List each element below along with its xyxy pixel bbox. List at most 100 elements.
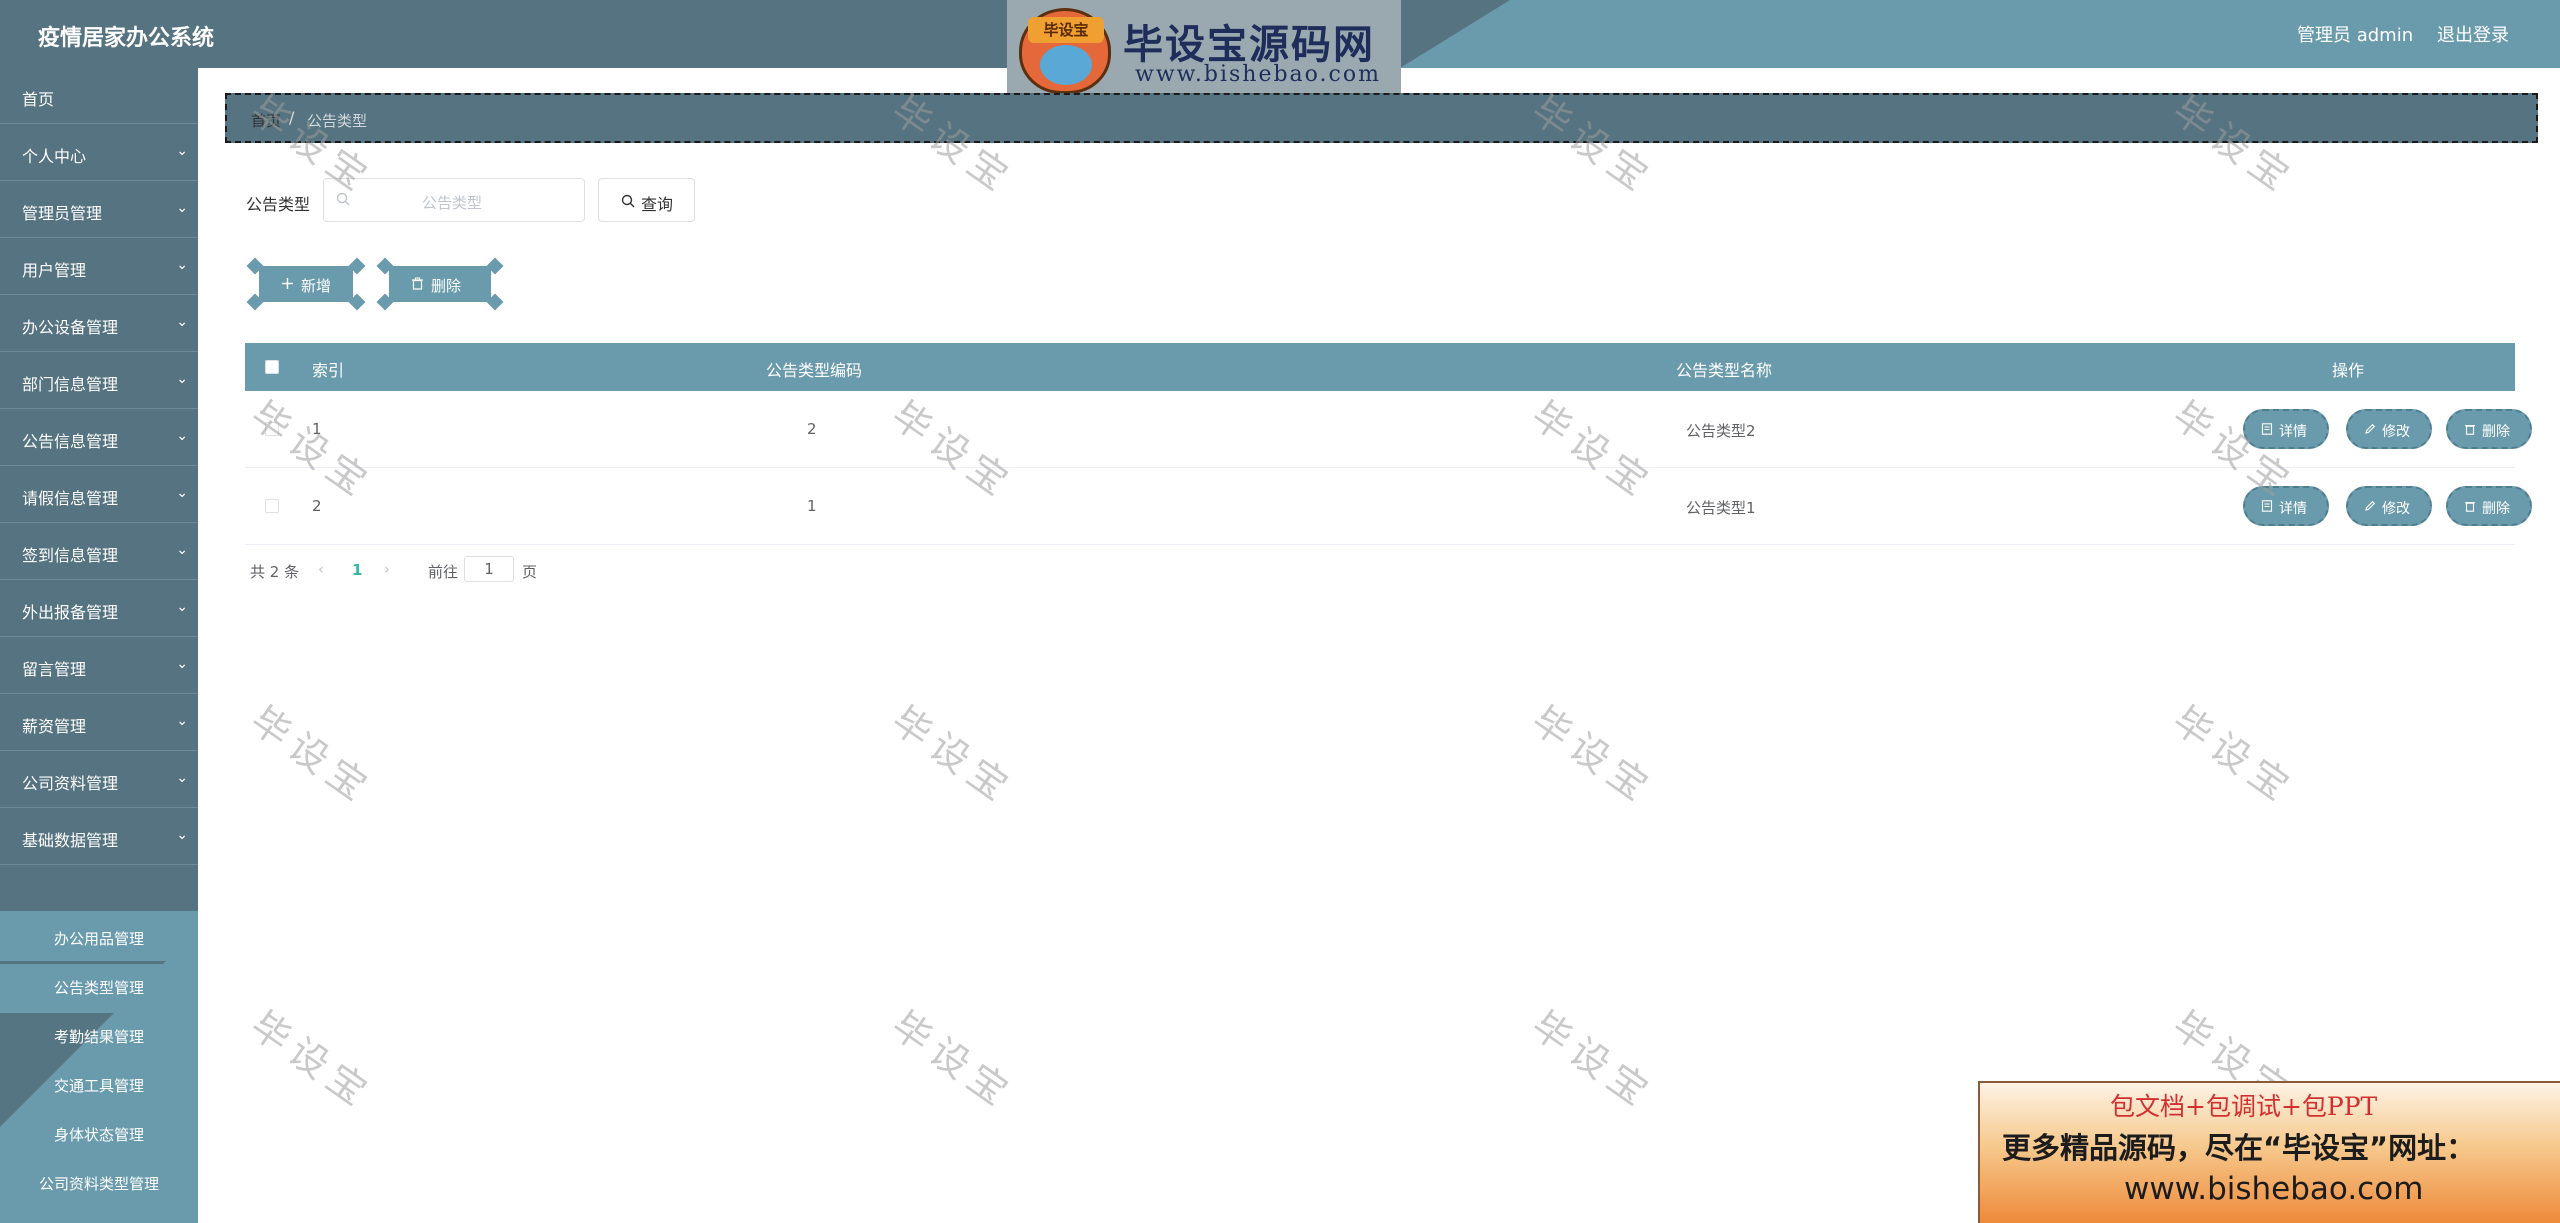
delete-button-wrap: 删除 xyxy=(375,257,505,311)
cell-name: 公告类型1 xyxy=(1686,499,1756,517)
chevron-down-icon: ⌄ xyxy=(176,599,188,615)
chevron-down-icon: ⌄ xyxy=(176,257,188,273)
sidebar-item-12[interactable]: 公司资料管理 ⌄ xyxy=(0,752,198,808)
delete-button-label: 删除 xyxy=(2482,424,2510,440)
page-number-1[interactable]: 1 xyxy=(352,561,362,579)
sidebar-subitem-5[interactable]: 公司资料类型管理 xyxy=(0,1160,198,1209)
column-header-index: 索引 xyxy=(312,361,345,380)
trash-icon xyxy=(412,277,423,290)
chevron-down-icon: ⌄ xyxy=(176,827,188,843)
logout-link[interactable]: 退出登录 xyxy=(2437,21,2509,47)
batch-delete-label: 删除 xyxy=(431,277,462,295)
edit-icon xyxy=(2365,500,2376,511)
delete-button[interactable]: 删除 xyxy=(2446,409,2532,449)
delete-button[interactable]: 删除 xyxy=(2446,486,2532,526)
goto-page-input[interactable] xyxy=(464,556,514,582)
promo-banner: 包文档+包调试+包PPT 更多精品源码，尽在“毕设宝”网址： www.bishe… xyxy=(1978,1081,2560,1223)
detail-button[interactable]: 详情 xyxy=(2243,486,2329,526)
sidebar-subitem-0[interactable]: 办公用品管理 xyxy=(0,915,198,964)
sidebar-item-10[interactable]: 留言管理 ⌄ xyxy=(0,638,198,694)
cell-code: 2 xyxy=(807,420,817,438)
sidebar-item-9[interactable]: 外出报备管理 ⌄ xyxy=(0,581,198,637)
goto-label: 前往 xyxy=(428,563,459,581)
cell-index: 2 xyxy=(312,497,322,515)
chevron-down-icon: ⌄ xyxy=(176,713,188,729)
sidebar-subitem-3[interactable]: 交通工具管理 xyxy=(0,1062,198,1111)
batch-delete-button[interactable]: 删除 xyxy=(389,266,491,302)
sidebar-item-4[interactable]: 办公设备管理 ⌄ xyxy=(0,296,198,352)
edit-button-label: 修改 xyxy=(2382,424,2410,440)
sidebar-item-3[interactable]: 用户管理 ⌄ xyxy=(0,239,198,295)
chevron-down-icon: ⌄ xyxy=(176,485,188,501)
sidebar-item-label: 用户管理 xyxy=(22,261,87,280)
edit-button[interactable]: 修改 xyxy=(2346,486,2432,526)
detail-button[interactable]: 详情 xyxy=(2243,409,2329,449)
chevron-down-icon: ⌄ xyxy=(176,770,188,786)
search-placeholder: 公告类型 xyxy=(422,194,483,212)
sidebar-subitem-2[interactable]: 考勤结果管理 xyxy=(0,1013,198,1062)
sidebar-item-label: 部门信息管理 xyxy=(22,375,119,394)
chevron-down-icon: ⌄ xyxy=(176,200,188,216)
table-row: 2 1 公告类型1 详情 修改 删除 xyxy=(245,468,2532,545)
sidebar-item-1[interactable]: 个人中心 ⌄ xyxy=(0,125,198,181)
add-button-wrap: 新增 xyxy=(245,257,367,311)
sidebar-item-6[interactable]: 公告信息管理 ⌄ xyxy=(0,410,198,466)
document-icon xyxy=(2261,500,2273,512)
query-button-label: 查询 xyxy=(641,195,674,214)
sidebar-item-label: 请假信息管理 xyxy=(22,489,119,508)
trash-icon xyxy=(2465,425,2475,435)
detail-button-label: 详情 xyxy=(2279,424,2307,440)
sidebar-item-label: 外出报备管理 xyxy=(22,603,119,622)
prev-page-button[interactable]: ‹ xyxy=(318,560,324,578)
chevron-down-icon: ⌄ xyxy=(176,656,188,672)
sidebar-item-5[interactable]: 部门信息管理 ⌄ xyxy=(0,353,198,409)
column-header-name: 公告类型名称 xyxy=(1676,361,1773,380)
chevron-down-icon: ⌄ xyxy=(176,542,188,558)
sidebar-item-8[interactable]: 签到信息管理 ⌄ xyxy=(0,524,198,580)
sidebar-item-label: 签到信息管理 xyxy=(22,546,119,565)
sidebar-item-label: 留言管理 xyxy=(22,660,87,679)
breadcrumb-home[interactable]: 首页 xyxy=(251,110,281,131)
sidebar-item-label: 管理员管理 xyxy=(22,204,103,223)
sidebar-item-11[interactable]: 薪资管理 ⌄ xyxy=(0,695,198,751)
sidebar-item-label: 基础数据管理 xyxy=(22,831,119,850)
logo-badge: 毕设宝 xyxy=(1028,17,1104,43)
promo-line-3: www.bishebao.com xyxy=(2124,1171,2424,1207)
app-title: 疫情居家办公系统 xyxy=(38,26,215,51)
edit-icon xyxy=(2365,423,2376,434)
query-button[interactable]: 查询 xyxy=(598,178,695,222)
delete-button-label: 删除 xyxy=(2482,501,2510,517)
row-checkbox[interactable] xyxy=(265,422,279,436)
row-checkbox[interactable] xyxy=(265,499,279,513)
table-header: 索引 公告类型编码 公告类型名称 操作 xyxy=(245,343,2515,391)
cell-code: 1 xyxy=(807,497,817,515)
column-header-actions: 操作 xyxy=(2332,361,2365,380)
search-input[interactable]: 公告类型 xyxy=(323,178,585,222)
chevron-down-icon: ⌄ xyxy=(176,314,188,330)
add-button[interactable]: 新增 xyxy=(259,266,353,302)
pagination-total: 共 2 条 xyxy=(250,563,300,581)
chevron-down-icon: ⌄ xyxy=(176,371,188,387)
edit-button-label: 修改 xyxy=(2382,501,2410,517)
sidebar-item-13[interactable]: 基础数据管理 ⌄ xyxy=(0,809,198,865)
sidebar-item-7[interactable]: 请假信息管理 ⌄ xyxy=(0,467,198,523)
sidebar-menu: 首页 个人中心 ⌄ 管理员管理 ⌄ 用户管理 ⌄ 办公设备管理 ⌄ 部门信息管理 ⌄ 公告信息管理 ⌄ 请… xyxy=(0,68,198,1223)
breadcrumb: 首页 / 公告类型 xyxy=(225,93,2538,143)
breadcrumb-current: 公告类型 xyxy=(307,112,368,130)
sidebar-item-0[interactable]: 首页 xyxy=(0,68,198,124)
next-page-button[interactable]: › xyxy=(384,560,390,578)
column-header-code: 公告类型编码 xyxy=(766,361,863,380)
sidebar-subitem-4[interactable]: 身体状态管理 xyxy=(0,1111,198,1160)
current-user-label: 管理员 admin xyxy=(2297,25,2414,46)
select-all-checkbox[interactable] xyxy=(265,360,279,374)
page-unit-label: 页 xyxy=(522,563,538,581)
promo-line-1: 包文档+包调试+包PPT xyxy=(2110,1092,2378,1121)
sidebar-item-label: 公告信息管理 xyxy=(22,432,119,451)
plus-icon xyxy=(282,278,293,289)
sidebar-item-2[interactable]: 管理员管理 ⌄ xyxy=(0,182,198,238)
search-label: 公告类型 xyxy=(246,195,311,214)
sidebar-subitem-1[interactable]: 公告类型管理 xyxy=(0,964,198,1013)
table-row: 1 2 公告类型2 详情 修改 删除 xyxy=(245,391,2532,468)
sidebar-item-label: 公司资料管理 xyxy=(22,774,119,793)
edit-button[interactable]: 修改 xyxy=(2346,409,2432,449)
